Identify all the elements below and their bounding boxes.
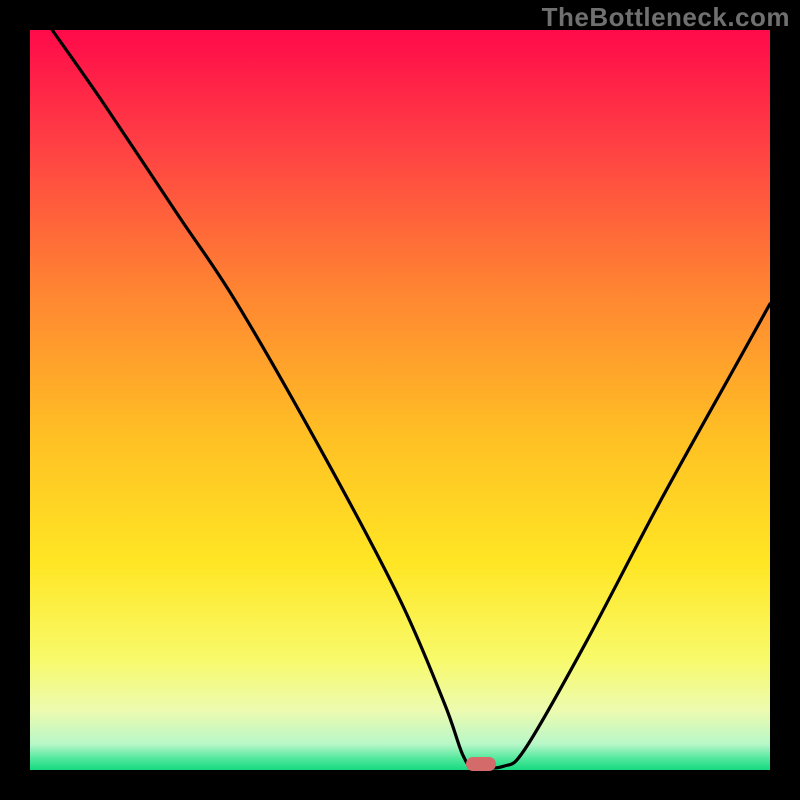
- plot-svg: [30, 30, 770, 770]
- chart-frame: TheBottleneck.com: [0, 0, 800, 800]
- plot-area: [30, 30, 770, 770]
- watermark-text: TheBottleneck.com: [542, 2, 790, 33]
- minimum-marker: [466, 757, 496, 771]
- gradient-rect: [30, 30, 770, 770]
